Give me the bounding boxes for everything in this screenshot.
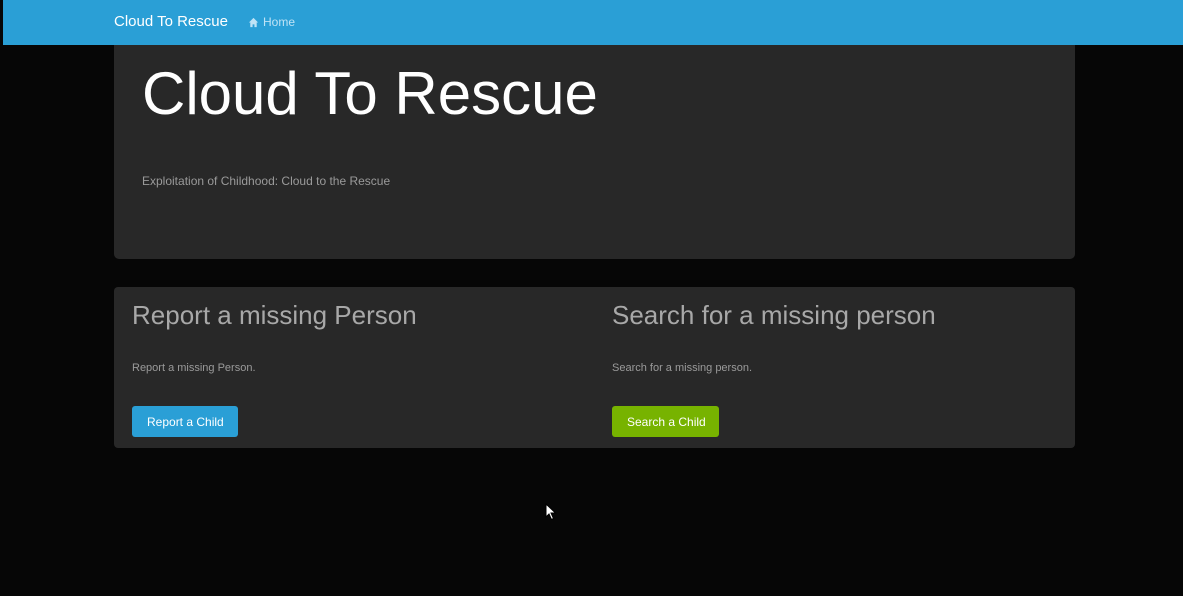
search-section-title: Search for a missing person xyxy=(612,300,936,330)
jumbotron: Cloud To Rescue Exploitation of Childhoo… xyxy=(114,45,1075,259)
navbar-brand[interactable]: Cloud To Rescue xyxy=(114,13,228,30)
page-subtitle: Exploitation of Childhood: Cloud to the … xyxy=(142,174,391,188)
actions-panel: Report a missing Person Report a missing… xyxy=(114,287,1075,448)
page-title: Cloud To Rescue xyxy=(142,60,598,127)
search-section-description: Search for a missing person. xyxy=(612,362,753,374)
top-navbar: Cloud To Rescue Home xyxy=(3,0,1183,45)
report-section-title: Report a missing Person xyxy=(132,300,417,330)
search-child-button[interactable]: Search a Child xyxy=(612,406,719,437)
nav-home-link[interactable]: Home xyxy=(248,15,295,29)
mouse-cursor-icon xyxy=(545,503,557,521)
report-child-button[interactable]: Report a Child xyxy=(132,406,238,437)
nav-home-label: Home xyxy=(263,15,296,29)
report-section-description: Report a missing Person. xyxy=(132,362,256,374)
home-icon xyxy=(248,17,259,27)
